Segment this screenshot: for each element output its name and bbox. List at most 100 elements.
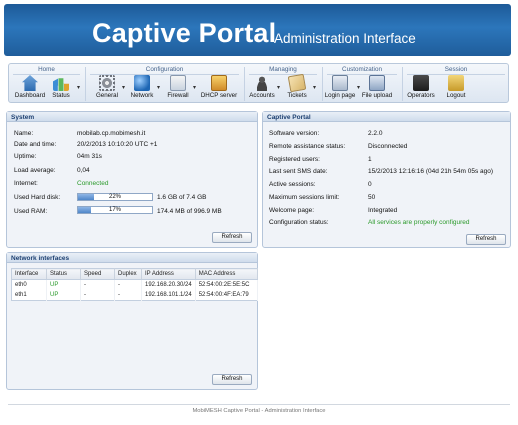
system-panel: System Name: mobilab.cp.mobimesh.it Date… [6, 111, 258, 248]
system-internet-label: Internet: [14, 180, 38, 187]
col-speed-header[interactable]: Speed [80, 268, 115, 280]
tickets-dropdown-arrow[interactable]: ▾ [313, 84, 316, 91]
disk-usage-percent: 22% [108, 194, 121, 200]
cell-speed: - [80, 279, 115, 290]
table-row: eth1 UP - - 192.168.101.1/24 52:54:00:4F… [11, 290, 259, 301]
max-sessions-value: 50 [368, 194, 376, 201]
dhcp-icon [211, 75, 227, 91]
cell-interface: eth0 [11, 279, 47, 290]
toolbar-status-button[interactable]: Status [40, 75, 82, 99]
login-page-icon [332, 75, 348, 91]
status-dropdown-arrow[interactable]: ▾ [77, 84, 80, 91]
col-ip-header[interactable]: IP Address [141, 268, 196, 280]
registered-users-label: Registered users: [269, 156, 320, 163]
disk-usage-bar: 22% [77, 193, 153, 201]
network-interfaces-table: Interface Status Speed Duplex IP Address… [11, 268, 259, 301]
col-duplex-header[interactable]: Duplex [114, 268, 142, 280]
users-icon [254, 75, 270, 91]
col-status-header[interactable]: Status [46, 268, 81, 280]
toolbar-login-page-label: Login page [324, 92, 356, 99]
toolbar-group-configuration: Configuration General ▾ Network ▾ Firewa… [86, 64, 243, 104]
network-interfaces-panel-title: Network interfaces [7, 253, 257, 263]
ram-usage-bar: 17% [77, 206, 153, 214]
cell-status: UP [46, 279, 81, 290]
col-interface-header[interactable]: Interface [11, 268, 47, 280]
toolbar-group-home: Home Dashboard Status ▾ [9, 64, 84, 104]
toolbar-firewall-label: Firewall [167, 92, 189, 99]
system-disk-label: Used Hard disk: [14, 194, 61, 201]
active-sessions-label: Active sessions: [269, 181, 316, 188]
toolbar-group-managing: Managing Accounts ▾ Tickets ▾ [245, 64, 321, 104]
group-title-managing: Managing [269, 66, 297, 73]
col-mac-header[interactable]: MAC Address [195, 268, 259, 280]
toolbar-file-upload-button[interactable]: File upload [356, 75, 398, 99]
firewall-dropdown-arrow[interactable]: ▾ [193, 84, 196, 91]
group-title-customization: Customization [342, 66, 382, 73]
brand-subtitle: Administration Interface [274, 31, 416, 46]
welcome-page-label: Welcome page: [269, 207, 315, 214]
toolbar-group-session: Session Operators Logout [403, 64, 509, 104]
welcome-page-value: Integrated [368, 207, 398, 214]
ram-usage-percent: 17% [108, 207, 121, 213]
system-load-label: Load average: [14, 167, 56, 174]
group-title-configuration: Configuration [145, 66, 184, 73]
main-toolbar: Home Dashboard Status ▾ Configuration Ge… [8, 63, 509, 103]
cell-duplex: - [114, 290, 142, 301]
last-sms-value: 15/2/2013 12:16:16 (04d 21h 54m 05s ago) [368, 168, 494, 175]
software-version-value: 2.2.0 [368, 130, 383, 137]
system-internet-status: Connected [77, 180, 109, 187]
cell-interface: eth1 [11, 290, 47, 301]
software-version-label: Software version: [269, 130, 320, 137]
system-panel-title: System [7, 112, 257, 122]
system-ram-detail: 174.4 MB of 996.9 MB [157, 208, 222, 215]
max-sessions-label: Maximum sessions limit: [269, 194, 340, 201]
toolbar-dhcp-label: DHCP server [200, 92, 238, 99]
upload-icon [369, 75, 385, 91]
network-interfaces-panel: Network interfaces Interface Status Spee… [6, 252, 259, 390]
configuration-status-label: Configuration status: [269, 219, 329, 226]
brand-title: Captive Portal [92, 18, 277, 48]
last-sms-label: Last sent SMS date: [269, 168, 328, 175]
toolbar-logout-button[interactable]: Logout [435, 75, 477, 99]
system-refresh-button[interactable]: Refresh [212, 232, 252, 243]
remote-assistance-label: Remote assistance status: [269, 143, 346, 150]
system-uptime-label: Uptime: [14, 153, 37, 160]
toolbar-dhcp-button[interactable]: DHCP server [198, 75, 240, 99]
toolbar-logout-label: Logout [446, 92, 466, 99]
configuration-status-value: All services are properly configured [368, 219, 470, 226]
toolbar-tickets-button[interactable]: Tickets [276, 73, 318, 99]
gear-icon [99, 75, 115, 91]
network-refresh-button[interactable]: Refresh [212, 374, 252, 385]
cell-ip: 192.168.20.30/24 [141, 279, 196, 290]
system-datetime-value: 20/2/2013 10:10:20 UTC +1 [77, 141, 158, 148]
system-name-label: Name: [14, 130, 34, 137]
toolbar-file-upload-label: File upload [361, 92, 393, 99]
globe-icon [134, 75, 150, 91]
table-header-row: Interface Status Speed Duplex IP Address… [11, 268, 259, 280]
toolbar-status-label: Status [52, 92, 70, 99]
lock-icon [448, 75, 464, 91]
remote-assistance-value: Disconnected [368, 143, 408, 150]
table-row: eth0 UP - - 192.168.20.30/24 52:54:00:2E… [11, 279, 259, 290]
captive-portal-panel-title: Captive Portal [263, 112, 510, 122]
toolbar-group-customization: Customization Login page ▾ File upload [323, 64, 401, 104]
firewall-icon [170, 75, 186, 91]
toolbar-tickets-label: Tickets [287, 92, 307, 99]
cell-mac: 52:54:00:2E:5E:5C [195, 279, 259, 290]
registered-users-value: 1 [368, 156, 372, 163]
system-disk-detail: 1.6 GB of 7.4 GB [157, 194, 207, 201]
footer-divider [8, 404, 510, 405]
chart-icon [53, 78, 69, 91]
cell-status: UP [46, 290, 81, 301]
cell-duplex: - [114, 279, 142, 290]
captive-refresh-button[interactable]: Refresh [466, 234, 506, 245]
system-uptime-value: 04m 31s [77, 153, 102, 160]
ticket-icon [287, 73, 307, 93]
system-name-value: mobilab.cp.mobimesh.it [77, 130, 146, 137]
active-sessions-value: 0 [368, 181, 372, 188]
group-title-session: Session [444, 66, 468, 73]
briefcase-icon [413, 75, 429, 91]
captive-portal-panel: Captive Portal Software version: 2.2.0 R… [262, 111, 511, 248]
toolbar-login-page-button[interactable]: Login page [319, 75, 361, 99]
cell-mac: 52:54:00:4F:EA:79 [195, 290, 259, 301]
